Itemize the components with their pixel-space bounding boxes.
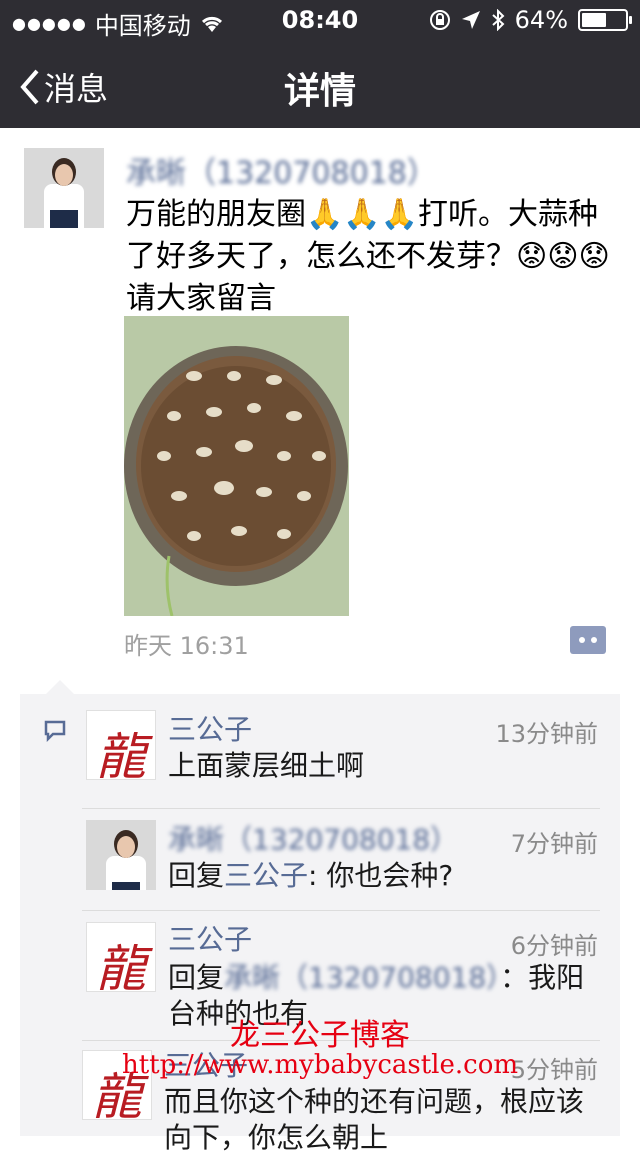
poster-name[interactable]: 承晰（1320708018） [126, 148, 437, 192]
page-title: 详情 [283, 71, 356, 112]
watermark-title: 龙三公子博客 [230, 1018, 410, 1053]
comment-text: 回复三公子: 你也会种? [168, 859, 454, 892]
battery-level-fill [582, 13, 606, 27]
location-icon [461, 11, 480, 29]
bluetooth-icon [491, 9, 505, 31]
commenter-avatar[interactable] [86, 820, 156, 890]
battery-percent: 64% [514, 6, 568, 34]
reply-target-link[interactable]: 三公子 [224, 859, 308, 892]
post-photo[interactable] [124, 316, 349, 616]
battery-icon [578, 9, 632, 31]
comment-time: 6分钟前 [510, 932, 598, 960]
divider [82, 910, 600, 911]
post-timestamp: 昨天 16:31 [124, 632, 249, 660]
commenter-name[interactable]: 三公子 [168, 918, 252, 958]
divider [82, 808, 600, 809]
comment-time: 13分钟前 [495, 720, 598, 748]
garlic-pot-image [124, 316, 349, 616]
commenter-avatar[interactable]: 龍 [86, 922, 156, 992]
commenter-avatar[interactable]: 龍 [86, 710, 156, 780]
reply-target-link[interactable]: 承晰（1320708018） [224, 961, 500, 994]
orientation-lock-icon [429, 10, 450, 30]
poster-avatar[interactable] [24, 148, 104, 228]
comment-icon [44, 720, 66, 742]
comment-text: 而且你这个种的还有问题，根应该向下，你怎么朝上 [164, 1085, 585, 1154]
watermark-url: http://www.mybabycastle.com [121, 1050, 519, 1080]
post-text: 万能的朋友圈🙏🙏🙏打听。大蒜种了好多天了，怎么还不发芽？😟😟😟请大家留言 [126, 197, 610, 316]
comment-text: 上面蒙层细土啊 [168, 749, 365, 782]
commenter-name[interactable]: 三公子 [168, 708, 252, 748]
commenter-name[interactable]: 承晰（1320708018） [168, 818, 458, 858]
navigation-bar: 消息 详情 [0, 40, 640, 128]
status-bar: ●●●●● 中国移动 08:40 64% [0, 0, 640, 40]
comment-time: 7分钟前 [510, 830, 598, 858]
comment-button[interactable] [570, 626, 606, 654]
